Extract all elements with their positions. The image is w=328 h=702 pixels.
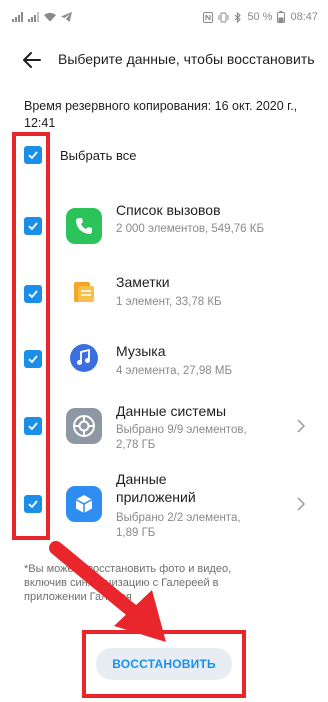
backup-time-text: Время резервного копирования: 16 окт. 20… — [24, 99, 298, 130]
signal-icon — [12, 11, 24, 23]
wifi-icon — [44, 11, 56, 23]
status-left-icons — [12, 11, 72, 23]
chevron-right-icon — [297, 419, 306, 433]
item-subtitle: 2 000 элементов, 549,76 КБ — [116, 223, 264, 235]
phone-icon — [66, 208, 102, 244]
header: Выберите данные, чтобы восстановить — [0, 40, 328, 80]
item-title: Список вызовов — [116, 202, 221, 218]
clock: 08:47 — [290, 11, 318, 23]
signal-icon-2 — [28, 11, 40, 23]
vibrate-icon — [217, 11, 229, 23]
item-title: Музыка — [116, 343, 166, 359]
select-all-label: Выбрать все — [60, 148, 137, 163]
item-subtitle: 4 элемента, 27,98 МБ — [116, 365, 232, 377]
status-bar: 50 % 08:47 — [0, 0, 328, 38]
status-right-icons: 50 % 08:47 — [202, 11, 318, 23]
notes-icon — [66, 274, 102, 310]
page-title: Выберите данные, чтобы восстановить — [58, 51, 315, 67]
item-title: Данные приложений — [116, 471, 196, 505]
battery-icon — [275, 11, 287, 23]
arrow-left-icon — [23, 52, 41, 68]
bluetooth-icon — [232, 11, 244, 23]
nfc-icon — [202, 11, 214, 23]
settings-icon — [66, 408, 102, 444]
item-subtitle: Выбрано 2/2 элемента, 1,89 ГБ — [116, 512, 241, 539]
back-button[interactable] — [20, 48, 44, 72]
music-icon — [66, 340, 102, 376]
telegram-icon — [60, 11, 72, 23]
apps-icon — [66, 486, 102, 522]
item-title: Данные системы — [116, 403, 227, 419]
item-subtitle: Выбрано 9/9 элементов, 2,78 ГБ — [116, 424, 247, 451]
battery-percent: 50 % — [247, 11, 273, 23]
chevron-right-icon — [297, 497, 306, 511]
restore-button[interactable]: ВОССТАНОВИТЬ — [96, 648, 232, 680]
checkbox-highlight-frame — [12, 132, 50, 540]
item-subtitle: 1 элемент, 33,78 КБ — [116, 296, 222, 308]
item-title: Заметки — [116, 274, 170, 290]
